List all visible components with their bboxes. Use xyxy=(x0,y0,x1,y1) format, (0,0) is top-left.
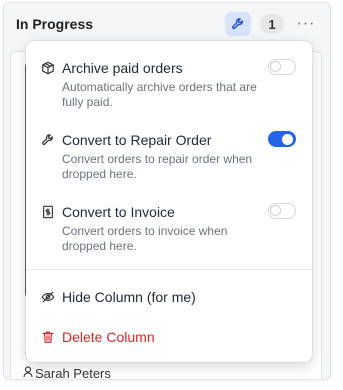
toggle-knob xyxy=(270,61,281,72)
column-title: In Progress xyxy=(16,16,94,32)
box-icon xyxy=(42,61,54,75)
menu-item-description: Convert orders to invoice when dropped h… xyxy=(62,224,228,253)
menu-item-label: Hide Column (for me) xyxy=(62,289,196,305)
wrench-icon xyxy=(42,134,53,146)
more-options-button[interactable]: ··· xyxy=(294,12,318,36)
column-settings-menu: Archive paid orders Automatically archiv… xyxy=(26,41,312,362)
invoice-icon xyxy=(43,205,53,219)
toggle-knob xyxy=(270,205,281,216)
wrench-icon xyxy=(231,18,243,30)
convert-repair-toggle[interactable] xyxy=(268,131,296,147)
menu-item-label: Archive paid orders xyxy=(62,60,183,76)
archive-paid-toggle[interactable] xyxy=(268,59,296,75)
menu-divider xyxy=(26,269,312,270)
column-count-badge: 1 xyxy=(260,14,284,34)
convert-invoice-toggle[interactable] xyxy=(268,203,296,219)
menu-item-description: Convert orders to repair order when drop… xyxy=(62,152,253,181)
menu-item-label: Convert to Invoice xyxy=(62,204,175,220)
customer-name: Sarah Peters xyxy=(35,366,111,380)
menu-item-label: Convert to Repair Order xyxy=(62,132,212,148)
menu-item-description: Automatically archive orders that are fu… xyxy=(62,80,257,109)
menu-item-label: Delete Column xyxy=(62,329,155,345)
user-icon xyxy=(23,366,33,378)
column-settings-button[interactable] xyxy=(225,12,251,36)
eye-off-icon xyxy=(41,291,55,303)
toggle-knob xyxy=(282,133,293,145)
trash-icon xyxy=(42,331,54,343)
